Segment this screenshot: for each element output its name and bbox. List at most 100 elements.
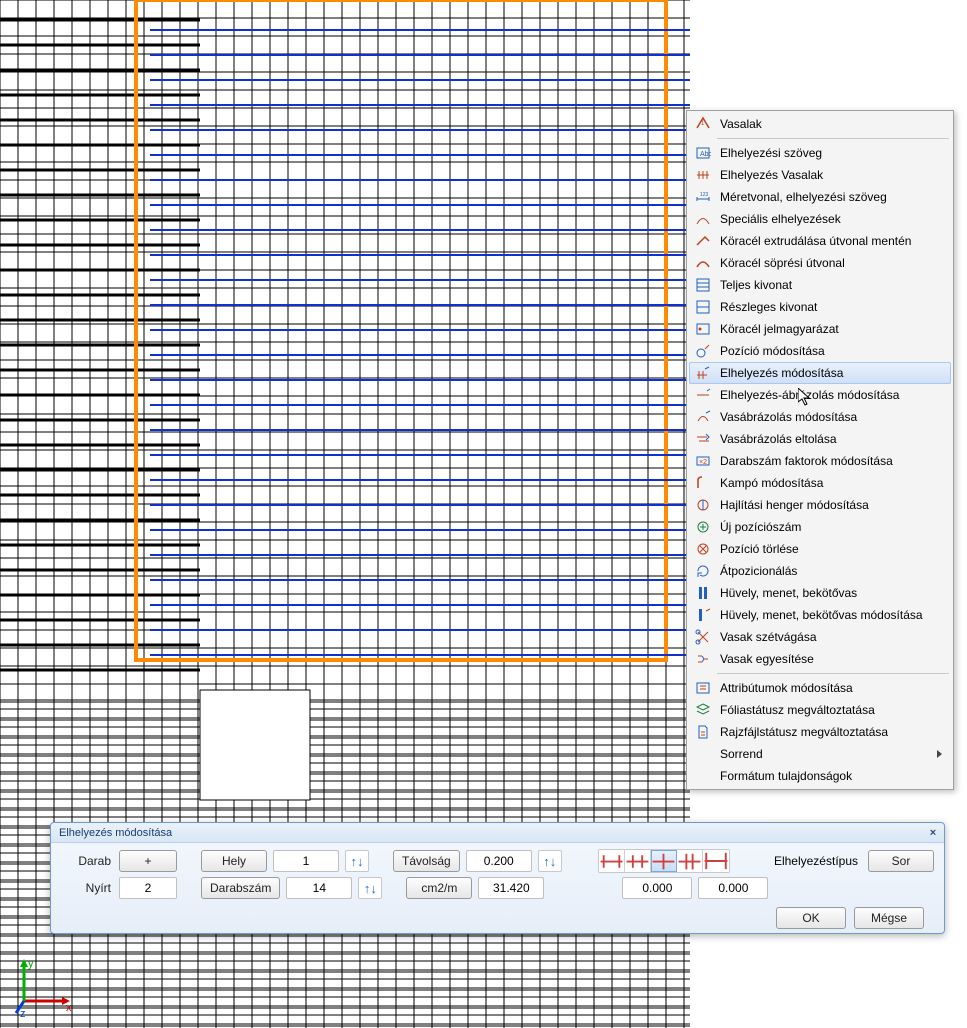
ext1-value[interactable]: 0.000	[622, 877, 692, 899]
menu-item-8[interactable]: Teljes kivonat	[689, 274, 951, 296]
sor-button[interactable]: Sor	[868, 850, 934, 872]
menu-item-label: Pozíció módosítása	[720, 344, 825, 358]
blank-icon	[694, 767, 712, 785]
menu-item-10[interactable]: Köracél jelmagyarázat	[689, 318, 951, 340]
menu-item-label: Hüvely, menet, bekötővas	[720, 586, 857, 600]
menu-item-7[interactable]: Köracél söprési útvonal	[689, 252, 951, 274]
menu-item-12[interactable]: Elhelyezés módosítása	[689, 362, 951, 384]
nyirt-value[interactable]: 2	[119, 877, 177, 899]
sleeve-icon	[694, 584, 712, 602]
placement-mode-4[interactable]	[677, 850, 703, 872]
menu-item-label: Vasak szétvágása	[720, 630, 817, 644]
del-pos-icon	[694, 540, 712, 558]
merge-icon	[694, 650, 712, 668]
shift-rebar-icon	[694, 430, 712, 448]
cm2m-value[interactable]: 31.420	[478, 877, 544, 899]
cm2m-button[interactable]: cm2/m	[406, 877, 472, 899]
menu-item-6[interactable]: Köracél extrudálása útvonal mentén	[689, 230, 951, 252]
menu-item-label: Attribútumok módosítása	[720, 681, 853, 695]
menu-item-27[interactable]: Attribútumok módosítása	[689, 677, 951, 699]
menu-item-3[interactable]: Elhelyezés Vasalak	[689, 164, 951, 186]
file-status-icon	[694, 723, 712, 741]
legend-icon	[694, 320, 712, 338]
partial-schema-icon	[694, 298, 712, 316]
menu-item-30[interactable]: Sorrend	[689, 743, 951, 765]
elhelyezes-modositasa-dialog[interactable]: Elhelyezés módosítása × Darab + Hely 1 ↑…	[50, 822, 945, 934]
dialog-close-button[interactable]: ×	[926, 826, 940, 840]
cut-icon	[694, 628, 712, 646]
menu-item-29[interactable]: Rajzfájlstátusz megváltoztatása	[689, 721, 951, 743]
menu-item-23[interactable]: Hüvely, menet, bekötővas módosítása	[689, 604, 951, 626]
menu-item-2[interactable]: AbcElhelyezési szöveg	[689, 142, 951, 164]
context-menu[interactable]: 1VasalakAbcElhelyezési szövegElhelyezés …	[686, 110, 954, 790]
ok-button[interactable]: OK	[776, 907, 846, 929]
menu-item-label: Darabszám faktorok módosítása	[720, 454, 893, 468]
axis-z-label: z	[20, 1008, 26, 1017]
menu-item-31[interactable]: Formátum tulajdonságok	[689, 765, 951, 787]
placement-mode-3[interactable]	[651, 850, 677, 872]
edit-place-rep-icon	[694, 386, 712, 404]
menu-item-label: Rajzfájlstátusz megváltoztatása	[720, 725, 888, 739]
axis-y-label: y	[28, 958, 34, 970]
menu-item-label: Fóliastátusz megváltoztatása	[720, 703, 875, 717]
darabszam-button[interactable]: Darabszám	[201, 877, 280, 899]
menu-item-14[interactable]: Vasábrázolás módosítása	[689, 406, 951, 428]
tavolsag-value[interactable]: 0.200	[466, 850, 532, 872]
placement-mode-group[interactable]	[598, 849, 730, 873]
place-rebar-icon	[694, 166, 712, 184]
menu-item-20[interactable]: Pozíció törlése	[689, 538, 951, 560]
menu-item-22[interactable]: Hüvely, menet, bekötővas	[689, 582, 951, 604]
menu-item-0[interactable]: 1 Vasalak	[689, 113, 951, 135]
placement-mode-5[interactable]	[703, 850, 729, 872]
svg-text:1: 1	[701, 121, 705, 127]
menu-item-label: Részleges kivonat	[720, 300, 817, 314]
menu-item-label: Vasábrázolás módosítása	[720, 410, 857, 424]
menu-item-24[interactable]: Vasak szétvágása	[689, 626, 951, 648]
tavolsag-arrows[interactable]: ↑↓	[538, 850, 562, 872]
menu-item-19[interactable]: Új pozíciószám	[689, 516, 951, 538]
darabszam-value[interactable]: 14	[286, 877, 352, 899]
edit-pos-icon	[694, 342, 712, 360]
menu-item-11[interactable]: Pozíció módosítása	[689, 340, 951, 362]
ext2-value[interactable]: 0.000	[698, 877, 768, 899]
menu-item-label: Vasak egyesítése	[720, 652, 814, 666]
menu-item-16[interactable]: ×2Darabszám faktorok módosítása	[689, 450, 951, 472]
cancel-button[interactable]: Mégse	[854, 907, 924, 929]
menu-item-15[interactable]: Vasábrázolás eltolása	[689, 428, 951, 450]
menu-item-17[interactable]: Kampó módosítása	[689, 472, 951, 494]
menu-item-25[interactable]: Vasak egyesítése	[689, 648, 951, 670]
darabszam-arrows[interactable]: ↑↓	[358, 877, 382, 899]
plus-button[interactable]: +	[119, 850, 177, 872]
menu-item-label: Átpozicionálás	[720, 564, 797, 578]
hely-arrows[interactable]: ↑↓	[345, 850, 369, 872]
elhelyezes-tipus-label: Elhelyezéstípus	[774, 854, 858, 868]
menu-item-13[interactable]: Elhelyezés-ábrázolás módosítása	[689, 384, 951, 406]
menu-item-28[interactable]: Fóliastátusz megváltoztatása	[689, 699, 951, 721]
placement-mode-2[interactable]	[625, 850, 651, 872]
hely-value[interactable]: 1	[273, 850, 339, 872]
rebar-icon: 1	[694, 115, 712, 133]
menu-item-label: Köracél söprési útvonal	[720, 256, 845, 270]
menu-separator	[717, 138, 949, 139]
hely-button[interactable]: Hely	[201, 850, 267, 872]
menu-item-label: Hajlítási henger módosítása	[720, 498, 869, 512]
menu-item-label: Pozíció törlése	[720, 542, 799, 556]
menu-item-21[interactable]: Átpozicionálás	[689, 560, 951, 582]
menu-item-label: Vasalak	[720, 117, 762, 131]
menu-item-label: Hüvely, menet, bekötővas módosítása	[720, 608, 923, 622]
menu-item-4[interactable]: 123Méretvonal, elhelyezési szöveg	[689, 186, 951, 208]
darab-label: Darab	[61, 854, 111, 868]
repos-icon	[694, 562, 712, 580]
layer-status-icon	[694, 701, 712, 719]
menu-item-9[interactable]: Részleges kivonat	[689, 296, 951, 318]
menu-item-5[interactable]: Speciális elhelyezések	[689, 208, 951, 230]
menu-item-label: Teljes kivonat	[720, 278, 792, 292]
submenu-arrow-icon	[937, 750, 942, 758]
hook-icon	[694, 474, 712, 492]
placement-mode-1[interactable]	[599, 850, 625, 872]
dialog-titlebar[interactable]: Elhelyezés módosítása ×	[51, 823, 944, 843]
tavolsag-button[interactable]: Távolság	[393, 850, 460, 872]
menu-item-18[interactable]: Hajlítási henger módosítása	[689, 494, 951, 516]
axis-gizmo: x y z	[14, 957, 74, 1020]
menu-item-label: Sorrend	[720, 747, 763, 761]
